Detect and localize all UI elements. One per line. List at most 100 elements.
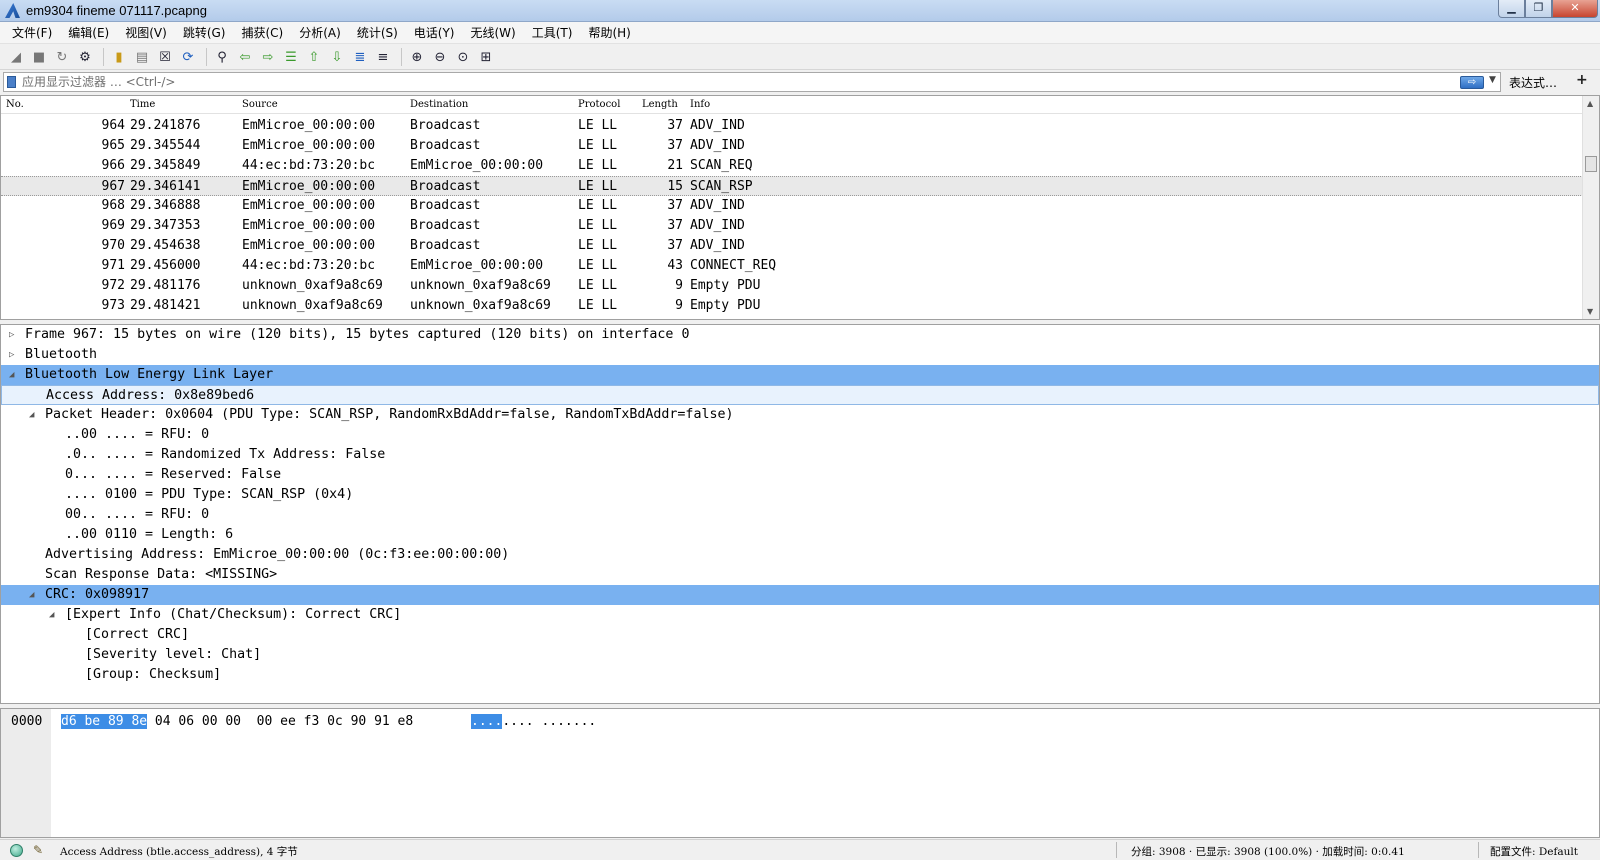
- detail-tree-item[interactable]: .0.. .... = Randomized Tx Address: False: [1, 445, 1599, 465]
- status-separator: [1116, 842, 1117, 858]
- menu-capture[interactable]: 捕获(C): [233, 24, 291, 41]
- packet-list-header: No. Time Source Destination Protocol Len…: [1, 96, 1583, 114]
- ascii-bytes-rest[interactable]: .... .......: [502, 714, 596, 729]
- detail-tree-item[interactable]: 00.. .... = RFU: 0: [1, 505, 1599, 525]
- column-header-time[interactable]: Time: [130, 99, 155, 110]
- detail-tree-item[interactable]: ◢ Bluetooth Low Energy Link Layer: [1, 365, 1599, 385]
- scroll-up-icon[interactable]: ▲: [1587, 99, 1593, 108]
- column-header-length[interactable]: Length: [642, 99, 678, 110]
- column-header-info[interactable]: Info: [690, 99, 710, 110]
- expert-info-status-icon[interactable]: [10, 844, 23, 857]
- expression-button[interactable]: 表达式…: [1509, 74, 1557, 91]
- detail-tree-item[interactable]: ▷ Frame 967: 15 bytes on wire (120 bits),…: [1, 325, 1599, 345]
- packet-cell-time: 29.347353: [130, 218, 201, 233]
- stop-square-icon[interactable]: ■: [29, 47, 49, 67]
- expand-arrow-icon[interactable]: ▷: [9, 325, 14, 345]
- detail-tree-item-label: ..00 .... = RFU: 0: [65, 427, 210, 442]
- packet-list-scrollbar[interactable]: ▲ ▼: [1582, 96, 1599, 319]
- save-file-icon[interactable]: ▤: [132, 47, 152, 67]
- detail-tree-item[interactable]: 0... .... = Reserved: False: [1, 465, 1599, 485]
- collapse-arrow-icon[interactable]: ◢: [9, 365, 14, 385]
- scrollbar-thumb[interactable]: [1585, 156, 1597, 172]
- scroll-down-icon[interactable]: ▼: [1587, 307, 1593, 316]
- detail-tree-item[interactable]: [Group: Checksum]: [1, 665, 1599, 685]
- detail-tree-item[interactable]: Advertising Address: EmMicroe_00:00:00 (…: [1, 545, 1599, 565]
- detail-tree-item[interactable]: [Severity level: Chat]: [1, 645, 1599, 665]
- packet-cell-protocol: LE LL: [578, 298, 618, 313]
- edit-capture-comment-icon[interactable]: ✎: [33, 843, 43, 857]
- collapse-arrow-icon[interactable]: ◢: [29, 585, 34, 605]
- column-header-destination[interactable]: Destination: [410, 99, 468, 110]
- packet-list-pane: No. Time Source Destination Protocol Len…: [0, 95, 1600, 320]
- maximize-button[interactable]: ❐: [1525, 0, 1552, 18]
- status-profile[interactable]: 配置文件: Default: [1490, 844, 1578, 859]
- hex-bytes[interactable]: d6 be 89 8e 04 06 00 00 00 ee f3 0c 90 9…: [61, 713, 413, 731]
- detail-tree-item[interactable]: .... 0100 = PDU Type: SCAN_RSP (0x4): [1, 485, 1599, 505]
- detail-tree-item[interactable]: ..00 0110 = Length: 6: [1, 525, 1599, 545]
- ascii-bytes-selected[interactable]: ....: [471, 714, 503, 729]
- zoom-normal-icon[interactable]: ⊙: [453, 47, 473, 67]
- detail-tree-item[interactable]: ◢ CRC: 0x098917: [1, 585, 1599, 605]
- apply-filter-button[interactable]: ⇨: [1460, 76, 1484, 89]
- go-first-icon[interactable]: ⇧: [304, 47, 324, 67]
- shark-fin-start-icon[interactable]: ◢: [6, 47, 26, 67]
- detail-tree-item[interactable]: ◢ Packet Header: 0x0604 (PDU Type: SCAN_R…: [1, 405, 1599, 425]
- menu-file[interactable]: 文件(F): [4, 24, 60, 41]
- packet-row[interactable]: 968 29.346888 EmMicroe_00:00:00 Broadcast LE…: [1, 196, 1583, 216]
- menu-help[interactable]: 帮助(H): [580, 24, 638, 41]
- auto-scroll-icon[interactable]: ≣: [350, 47, 370, 67]
- detail-tree-item[interactable]: ▷ Bluetooth: [1, 345, 1599, 365]
- collapse-arrow-icon[interactable]: ◢: [49, 605, 54, 625]
- open-folder-icon[interactable]: ▮: [109, 47, 129, 67]
- close-file-icon[interactable]: ☒: [155, 47, 175, 67]
- detail-tree-item[interactable]: ..00 .... = RFU: 0: [1, 425, 1599, 445]
- menu-edit[interactable]: 编辑(E): [60, 24, 117, 41]
- filter-history-dropdown-icon[interactable]: ▼: [1489, 75, 1496, 85]
- menu-tools[interactable]: 工具(T): [524, 24, 581, 41]
- go-last-icon[interactable]: ⇩: [327, 47, 347, 67]
- detail-tree-item[interactable]: Access Address: 0x8e89bed6: [1, 385, 1599, 405]
- restart-shark-fin-icon[interactable]: ↻: [52, 47, 72, 67]
- collapse-arrow-icon[interactable]: ◢: [29, 405, 34, 425]
- add-filter-button[interactable]: +: [1576, 72, 1588, 88]
- reload-icon[interactable]: ⟳: [178, 47, 198, 67]
- detail-tree-item[interactable]: ◢ [Expert Info (Chat/Checksum): Correct C…: [1, 605, 1599, 625]
- menu-wireless[interactable]: 无线(W): [463, 24, 524, 41]
- close-button[interactable]: ✕: [1552, 0, 1598, 18]
- hex-bytes-rest[interactable]: 04 06 00 00 00 ee f3 0c 90 91 e8: [147, 714, 413, 729]
- column-header-source[interactable]: Source: [242, 99, 278, 110]
- expand-arrow-icon[interactable]: ▷: [9, 345, 14, 365]
- packet-row[interactable]: 972 29.481176 unknown_0xaf9a8c69 unknown_0x…: [1, 276, 1583, 296]
- go-forward-icon[interactable]: ⇨: [258, 47, 278, 67]
- minimize-button[interactable]: ▁: [1498, 0, 1525, 18]
- packet-row[interactable]: 971 29.456000 44:ec:bd:73:20:bc EmMicroe_00…: [1, 256, 1583, 276]
- column-header-no[interactable]: No.: [6, 99, 24, 110]
- menu-telephony[interactable]: 电话(Y): [406, 24, 463, 41]
- packet-row[interactable]: 964 29.241876 EmMicroe_00:00:00 Broadcast LE…: [1, 116, 1583, 136]
- ascii-bytes[interactable]: ........ .......: [471, 713, 596, 731]
- packet-row[interactable]: 973 29.481421 unknown_0xaf9a8c69 unknown_0x…: [1, 296, 1583, 316]
- menu-statistics[interactable]: 统计(S): [349, 24, 406, 41]
- packet-row[interactable]: 965 29.345544 EmMicroe_00:00:00 Broadcast LE…: [1, 136, 1583, 156]
- bookmark-icon[interactable]: [7, 76, 16, 88]
- menu-analyze[interactable]: 分析(A): [291, 24, 349, 41]
- menu-go[interactable]: 跳转(G): [175, 24, 234, 41]
- colorize-icon[interactable]: ≡: [373, 47, 393, 67]
- hex-bytes-selected[interactable]: d6 be 89 8e: [61, 714, 148, 729]
- packet-row[interactable]: 967 29.346141 EmMicroe_00:00:00 Broadcast LE…: [1, 176, 1583, 196]
- packet-row[interactable]: 970 29.454638 EmMicroe_00:00:00 Broadcast LE…: [1, 236, 1583, 256]
- display-filter-input[interactable]: [22, 74, 1422, 90]
- detail-tree-item[interactable]: [Correct CRC]: [1, 625, 1599, 645]
- resize-columns-icon[interactable]: ⊞: [476, 47, 496, 67]
- detail-tree-item[interactable]: Scan Response Data: <MISSING>: [1, 565, 1599, 585]
- zoom-in-icon[interactable]: ⊕: [407, 47, 427, 67]
- zoom-out-icon[interactable]: ⊖: [430, 47, 450, 67]
- go-to-packet-icon[interactable]: ☰: [281, 47, 301, 67]
- menu-view[interactable]: 视图(V): [117, 24, 175, 41]
- column-header-protocol[interactable]: Protocol: [578, 99, 620, 110]
- packet-row[interactable]: 966 29.345849 44:ec:bd:73:20:bc EmMicroe_00…: [1, 156, 1583, 176]
- find-packet-icon[interactable]: ⚲: [212, 47, 232, 67]
- packet-row[interactable]: 969 29.347353 EmMicroe_00:00:00 Broadcast LE…: [1, 216, 1583, 236]
- capture-options-gear-icon[interactable]: ⚙: [75, 47, 95, 67]
- go-back-icon[interactable]: ⇦: [235, 47, 255, 67]
